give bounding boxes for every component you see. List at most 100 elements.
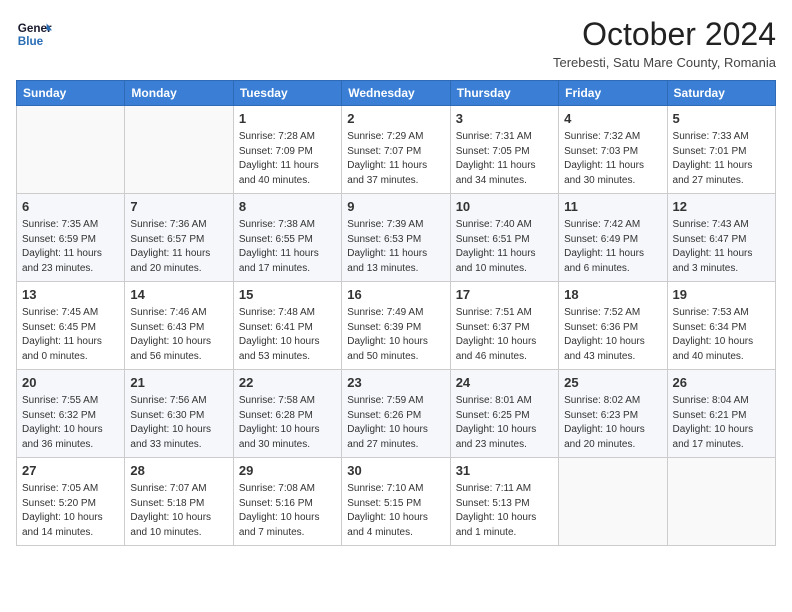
calendar-cell: 1 Sunrise: 7:28 AM Sunset: 7:09 PM Daylig… xyxy=(233,106,341,194)
day-number: 6 xyxy=(22,198,119,216)
day-info: Sunrise: 7:33 AM Sunset: 7:01 PM Dayligh… xyxy=(673,130,770,188)
calendar-week-row: 13Sunrise: 7:45 AM Sunset: 6:45 PM Dayli… xyxy=(17,282,776,370)
day-number: 10 xyxy=(456,198,553,216)
calendar-cell: 20Sunrise: 7:55 AM Sunset: 6:32 PM Dayli… xyxy=(17,370,125,458)
svg-text:Blue: Blue xyxy=(18,35,44,48)
calendar-cell: 4 Sunrise: 7:32 AM Sunset: 7:03 PM Daylig… xyxy=(559,106,667,194)
day-number: 26 xyxy=(673,374,770,392)
calendar-cell xyxy=(667,458,775,546)
calendar-cell xyxy=(17,106,125,194)
day-info: Sunrise: 7:32 AM Sunset: 7:03 PM Dayligh… xyxy=(564,130,661,188)
day-number: 4 xyxy=(564,110,661,128)
calendar-cell: 26 Sunrise: 8:04 AM Sunset: 6:21 PM Dayli… xyxy=(667,370,775,458)
calendar-day-header: Thursday xyxy=(450,81,558,106)
calendar-cell xyxy=(559,458,667,546)
calendar-cell: 2 Sunrise: 7:29 AM Sunset: 7:07 PM Daylig… xyxy=(342,106,450,194)
logo: General Blue xyxy=(16,16,52,52)
logo-icon: General Blue xyxy=(16,16,52,52)
day-info: Sunrise: 8:01 AM Sunset: 6:25 PM Dayligh… xyxy=(456,394,553,452)
month-title: October 2024 xyxy=(553,16,776,53)
day-number: 16 xyxy=(347,286,444,304)
day-number: 19 xyxy=(673,286,770,304)
day-number: 21 xyxy=(130,374,227,392)
calendar-day-header: Sunday xyxy=(17,81,125,106)
calendar-cell xyxy=(125,106,233,194)
calendar-week-row: 6 Sunrise: 7:35 AM Sunset: 6:59 PM Daylig… xyxy=(17,194,776,282)
day-info: Sunrise: 7:05 AM Sunset: 5:20 PM Dayligh… xyxy=(22,482,119,540)
day-info: Sunrise: 7:11 AM Sunset: 5:13 PM Dayligh… xyxy=(456,482,553,540)
calendar-cell: 28 Sunrise: 7:07 AM Sunset: 5:18 PM Dayli… xyxy=(125,458,233,546)
calendar-cell: 10Sunrise: 7:40 AM Sunset: 6:51 PM Dayli… xyxy=(450,194,558,282)
calendar-cell: 16 Sunrise: 7:49 AM Sunset: 6:39 PM Dayli… xyxy=(342,282,450,370)
day-number: 25 xyxy=(564,374,661,392)
day-info: Sunrise: 7:53 AM Sunset: 6:34 PM Dayligh… xyxy=(673,306,770,364)
day-number: 23 xyxy=(347,374,444,392)
day-info: Sunrise: 7:52 AM Sunset: 6:36 PM Dayligh… xyxy=(564,306,661,364)
day-number: 30 xyxy=(347,462,444,480)
calendar-day-header: Friday xyxy=(559,81,667,106)
calendar-day-header: Tuesday xyxy=(233,81,341,106)
day-info: Sunrise: 7:10 AM Sunset: 5:15 PM Dayligh… xyxy=(347,482,444,540)
day-info: Sunrise: 7:48 AM Sunset: 6:41 PM Dayligh… xyxy=(239,306,336,364)
calendar-cell: 24 Sunrise: 8:01 AM Sunset: 6:25 PM Dayli… xyxy=(450,370,558,458)
calendar-cell: 6 Sunrise: 7:35 AM Sunset: 6:59 PM Daylig… xyxy=(17,194,125,282)
day-info: Sunrise: 7:38 AM Sunset: 6:55 PM Dayligh… xyxy=(239,218,336,276)
calendar-week-row: 1 Sunrise: 7:28 AM Sunset: 7:09 PM Daylig… xyxy=(17,106,776,194)
calendar-cell: 9 Sunrise: 7:39 AM Sunset: 6:53 PM Daylig… xyxy=(342,194,450,282)
calendar-cell: 8 Sunrise: 7:38 AM Sunset: 6:55 PM Daylig… xyxy=(233,194,341,282)
title-block: October 2024 Terebesti, Satu Mare County… xyxy=(553,16,776,70)
calendar-cell: 14Sunrise: 7:46 AM Sunset: 6:43 PM Dayli… xyxy=(125,282,233,370)
day-info: Sunrise: 7:49 AM Sunset: 6:39 PM Dayligh… xyxy=(347,306,444,364)
calendar-cell: 23Sunrise: 7:59 AM Sunset: 6:26 PM Dayli… xyxy=(342,370,450,458)
calendar-cell: 29Sunrise: 7:08 AM Sunset: 5:16 PM Dayli… xyxy=(233,458,341,546)
day-number: 12 xyxy=(673,198,770,216)
day-info: Sunrise: 7:31 AM Sunset: 7:05 PM Dayligh… xyxy=(456,130,553,188)
calendar-cell: 22 Sunrise: 7:58 AM Sunset: 6:28 PM Dayli… xyxy=(233,370,341,458)
day-info: Sunrise: 7:08 AM Sunset: 5:16 PM Dayligh… xyxy=(239,482,336,540)
calendar-week-row: 27 Sunrise: 7:05 AM Sunset: 5:20 PM Dayli… xyxy=(17,458,776,546)
calendar-cell: 12Sunrise: 7:43 AM Sunset: 6:47 PM Dayli… xyxy=(667,194,775,282)
day-info: Sunrise: 7:58 AM Sunset: 6:28 PM Dayligh… xyxy=(239,394,336,452)
day-info: Sunrise: 7:35 AM Sunset: 6:59 PM Dayligh… xyxy=(22,218,119,276)
day-number: 9 xyxy=(347,198,444,216)
calendar-day-header: Monday xyxy=(125,81,233,106)
calendar-cell: 7Sunrise: 7:36 AM Sunset: 6:57 PM Daylig… xyxy=(125,194,233,282)
day-info: Sunrise: 8:04 AM Sunset: 6:21 PM Dayligh… xyxy=(673,394,770,452)
day-number: 20 xyxy=(22,374,119,392)
calendar-cell: 11 Sunrise: 7:42 AM Sunset: 6:49 PM Dayli… xyxy=(559,194,667,282)
day-number: 24 xyxy=(456,374,553,392)
day-number: 2 xyxy=(347,110,444,128)
day-number: 5 xyxy=(673,110,770,128)
day-info: Sunrise: 7:29 AM Sunset: 7:07 PM Dayligh… xyxy=(347,130,444,188)
day-info: Sunrise: 7:28 AM Sunset: 7:09 PM Dayligh… xyxy=(239,130,336,188)
day-number: 28 xyxy=(130,462,227,480)
calendar-cell: 27 Sunrise: 7:05 AM Sunset: 5:20 PM Dayli… xyxy=(17,458,125,546)
day-number: 1 xyxy=(239,110,336,128)
calendar-cell: 31 Sunrise: 7:11 AM Sunset: 5:13 PM Dayli… xyxy=(450,458,558,546)
day-info: Sunrise: 7:39 AM Sunset: 6:53 PM Dayligh… xyxy=(347,218,444,276)
day-info: Sunrise: 7:45 AM Sunset: 6:45 PM Dayligh… xyxy=(22,306,119,364)
day-number: 22 xyxy=(239,374,336,392)
day-info: Sunrise: 7:56 AM Sunset: 6:30 PM Dayligh… xyxy=(130,394,227,452)
day-number: 31 xyxy=(456,462,553,480)
calendar-day-header: Wednesday xyxy=(342,81,450,106)
day-number: 27 xyxy=(22,462,119,480)
calendar-cell: 13Sunrise: 7:45 AM Sunset: 6:45 PM Dayli… xyxy=(17,282,125,370)
day-number: 18 xyxy=(564,286,661,304)
day-number: 15 xyxy=(239,286,336,304)
day-number: 8 xyxy=(239,198,336,216)
calendar-day-header: Saturday xyxy=(667,81,775,106)
calendar-cell: 18 Sunrise: 7:52 AM Sunset: 6:36 PM Dayli… xyxy=(559,282,667,370)
calendar-cell: 5 Sunrise: 7:33 AM Sunset: 7:01 PM Daylig… xyxy=(667,106,775,194)
day-info: Sunrise: 8:02 AM Sunset: 6:23 PM Dayligh… xyxy=(564,394,661,452)
day-number: 11 xyxy=(564,198,661,216)
calendar-cell: 21 Sunrise: 7:56 AM Sunset: 6:30 PM Dayli… xyxy=(125,370,233,458)
calendar-week-row: 20Sunrise: 7:55 AM Sunset: 6:32 PM Dayli… xyxy=(17,370,776,458)
day-info: Sunrise: 7:46 AM Sunset: 6:43 PM Dayligh… xyxy=(130,306,227,364)
day-info: Sunrise: 7:42 AM Sunset: 6:49 PM Dayligh… xyxy=(564,218,661,276)
day-info: Sunrise: 7:51 AM Sunset: 6:37 PM Dayligh… xyxy=(456,306,553,364)
day-number: 7 xyxy=(130,198,227,216)
day-info: Sunrise: 7:07 AM Sunset: 5:18 PM Dayligh… xyxy=(130,482,227,540)
day-number: 17 xyxy=(456,286,553,304)
calendar-table: SundayMondayTuesdayWednesdayThursdayFrid… xyxy=(16,80,776,546)
